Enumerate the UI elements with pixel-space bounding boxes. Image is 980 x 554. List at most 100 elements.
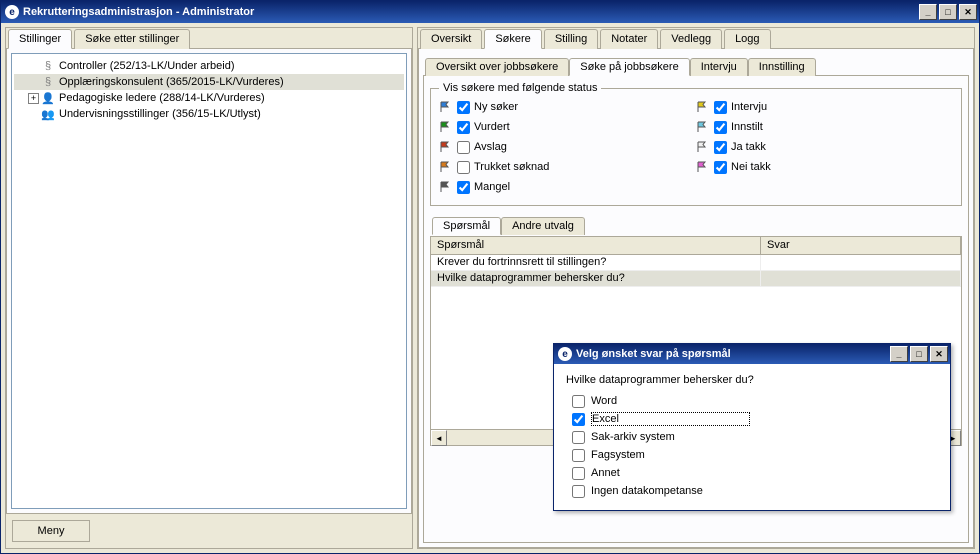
tab-stillinger[interactable]: Stillinger — [8, 29, 72, 49]
answer-label: Sak-arkiv system — [591, 431, 675, 443]
tab-oversikt[interactable]: Oversikt — [420, 29, 482, 49]
tree-item-label: Pedagogiske ledere (288/14-LK/Vurderes) — [59, 92, 265, 104]
subtab-intervju[interactable]: Intervju — [690, 58, 748, 76]
answer-option[interactable]: Word — [566, 392, 938, 410]
titlebar: e Rekrutteringsadministrasjon - Administ… — [1, 1, 979, 23]
tab-vedlegg[interactable]: Vedlegg — [660, 29, 722, 49]
answer-cell — [761, 255, 961, 270]
flag-icon — [439, 101, 451, 113]
status-label: Intervju — [731, 101, 767, 113]
tab-logg[interactable]: Logg — [724, 29, 770, 49]
answer-option[interactable]: Sak-arkiv system — [566, 428, 938, 446]
flag-icon — [439, 161, 451, 173]
answer-checkbox[interactable] — [572, 449, 585, 462]
maximize-button[interactable]: □ — [939, 4, 957, 20]
table-row[interactable]: Krever du fortrinnsrett til stillingen? — [431, 255, 961, 271]
scroll-left-button[interactable]: ◄ — [431, 430, 447, 446]
answer-label: Ingen datakompetanse — [591, 485, 703, 497]
status-filter-intervju[interactable]: Intervju — [696, 97, 953, 117]
status-filter-innstilt[interactable]: Innstilt — [696, 117, 953, 137]
status-checkbox[interactable] — [714, 101, 727, 114]
tree-item-label: Opplæringskonsulent (365/2015-LK/Vurdere… — [59, 76, 284, 88]
status-filter-mangel[interactable]: Mangel — [439, 177, 696, 197]
answer-checkbox[interactable] — [572, 413, 585, 426]
subtab-innstilling[interactable]: Innstilling — [748, 58, 816, 76]
status-checkbox[interactable] — [714, 121, 727, 134]
innertab-andre-utvalg[interactable]: Andre utvalg — [501, 217, 585, 235]
status-filter-nei-takk[interactable]: Nei takk — [696, 157, 953, 177]
doc-icon: § — [41, 59, 55, 73]
status-filter-avslag[interactable]: Avslag — [439, 137, 696, 157]
status-filter-ny-søker[interactable]: Ny søker — [439, 97, 696, 117]
answer-checkbox[interactable] — [572, 431, 585, 444]
answer-cell — [761, 271, 961, 286]
positions-tree[interactable]: § Controller (252/13-LK/Under arbeid) § Opp… — [11, 53, 407, 509]
status-label: Innstilt — [731, 121, 763, 133]
status-filter-vurdert[interactable]: Vurdert — [439, 117, 696, 137]
dialog-minimize-button[interactable]: _ — [890, 346, 908, 362]
window-title: Rekrutteringsadministrasjon - Administra… — [23, 6, 919, 18]
tree-item[interactable]: 👥Undervisningsstillinger (356/15-LK/Utly… — [14, 106, 404, 122]
minimize-button[interactable]: _ — [919, 4, 937, 20]
answer-checkbox[interactable] — [572, 395, 585, 408]
status-checkbox[interactable] — [457, 121, 470, 134]
tab-søke-etter-stillinger[interactable]: Søke etter stillinger — [74, 29, 190, 49]
status-checkbox[interactable] — [457, 141, 470, 154]
status-checkbox[interactable] — [457, 181, 470, 194]
tab-stilling[interactable]: Stilling — [544, 29, 598, 49]
dialog-maximize-button[interactable]: □ — [910, 346, 928, 362]
answer-checkbox[interactable] — [572, 485, 585, 498]
table-row[interactable]: Hvilke dataprogrammer behersker du? — [431, 271, 961, 287]
tree-item[interactable]: § Controller (252/13-LK/Under arbeid) — [14, 58, 404, 74]
answer-option[interactable]: Fagsystem — [566, 446, 938, 464]
answer-label: Fagsystem — [591, 449, 645, 461]
question-cell: Krever du fortrinnsrett til stillingen? — [431, 255, 761, 270]
doc-icon: § — [41, 75, 55, 89]
status-checkbox[interactable] — [714, 161, 727, 174]
innertab-spørsmål[interactable]: Spørsmål — [432, 217, 501, 235]
status-filter-trukket-søknad[interactable]: Trukket søknad — [439, 157, 696, 177]
dialog-title: Velg ønsket svar på spørsmål — [576, 348, 890, 360]
status-checkbox[interactable] — [457, 101, 470, 114]
flag-icon — [439, 141, 451, 153]
status-checkbox[interactable] — [457, 161, 470, 174]
answer-option[interactable]: Annet — [566, 464, 938, 482]
answer-label: Excel — [591, 412, 750, 426]
flag-icon — [696, 121, 708, 133]
flag-icon — [696, 101, 708, 113]
status-label: Nei takk — [731, 161, 771, 173]
status-group-title: Vis søkere med følgende status — [439, 82, 601, 94]
col-header-answer[interactable]: Svar — [761, 237, 961, 254]
person-icon: 👤 — [41, 91, 55, 105]
dialog-question: Hvilke dataprogrammer behersker du? — [566, 374, 938, 386]
tab-søkere[interactable]: Søkere — [484, 29, 541, 49]
expand-icon[interactable]: + — [28, 93, 39, 104]
status-label: Trukket søknad — [474, 161, 549, 173]
meny-button[interactable]: Meny — [12, 520, 90, 542]
question-cell: Hvilke dataprogrammer behersker du? — [431, 271, 761, 286]
flag-icon — [696, 141, 708, 153]
tree-item-label: Controller (252/13-LK/Under arbeid) — [59, 60, 234, 72]
answer-dialog: e Velg ønsket svar på spørsmål _ □ ✕ Hvi… — [553, 343, 951, 511]
flag-icon — [439, 121, 451, 133]
status-filter-ja-takk[interactable]: Ja takk — [696, 137, 953, 157]
answer-option[interactable]: Ingen datakompetanse — [566, 482, 938, 500]
answer-checkbox[interactable] — [572, 467, 585, 480]
flag-icon — [439, 181, 451, 193]
subtab-søke-på-jobbsøkere[interactable]: Søke på jobbsøkere — [569, 58, 689, 76]
tree-item[interactable]: +👤 Pedagogiske ledere (288/14-LK/Vurderes… — [14, 90, 404, 106]
left-panel: StillingerSøke etter stillinger § Control… — [5, 27, 413, 549]
tree-item-label: Undervisningsstillinger (356/15-LK/Utlys… — [59, 108, 261, 120]
col-header-question[interactable]: Spørsmål — [431, 237, 761, 254]
app-icon: e — [5, 5, 19, 19]
close-button[interactable]: ✕ — [959, 4, 977, 20]
status-label: Ny søker — [474, 101, 518, 113]
tab-notater[interactable]: Notater — [600, 29, 658, 49]
flag-icon — [696, 161, 708, 173]
subtab-oversikt-over-jobbsøkere[interactable]: Oversikt over jobbsøkere — [425, 58, 569, 76]
dialog-close-button[interactable]: ✕ — [930, 346, 948, 362]
status-label: Ja takk — [731, 141, 766, 153]
status-checkbox[interactable] — [714, 141, 727, 154]
tree-item[interactable]: § Opplæringskonsulent (365/2015-LK/Vurder… — [14, 74, 404, 90]
answer-option[interactable]: Excel — [566, 410, 938, 428]
